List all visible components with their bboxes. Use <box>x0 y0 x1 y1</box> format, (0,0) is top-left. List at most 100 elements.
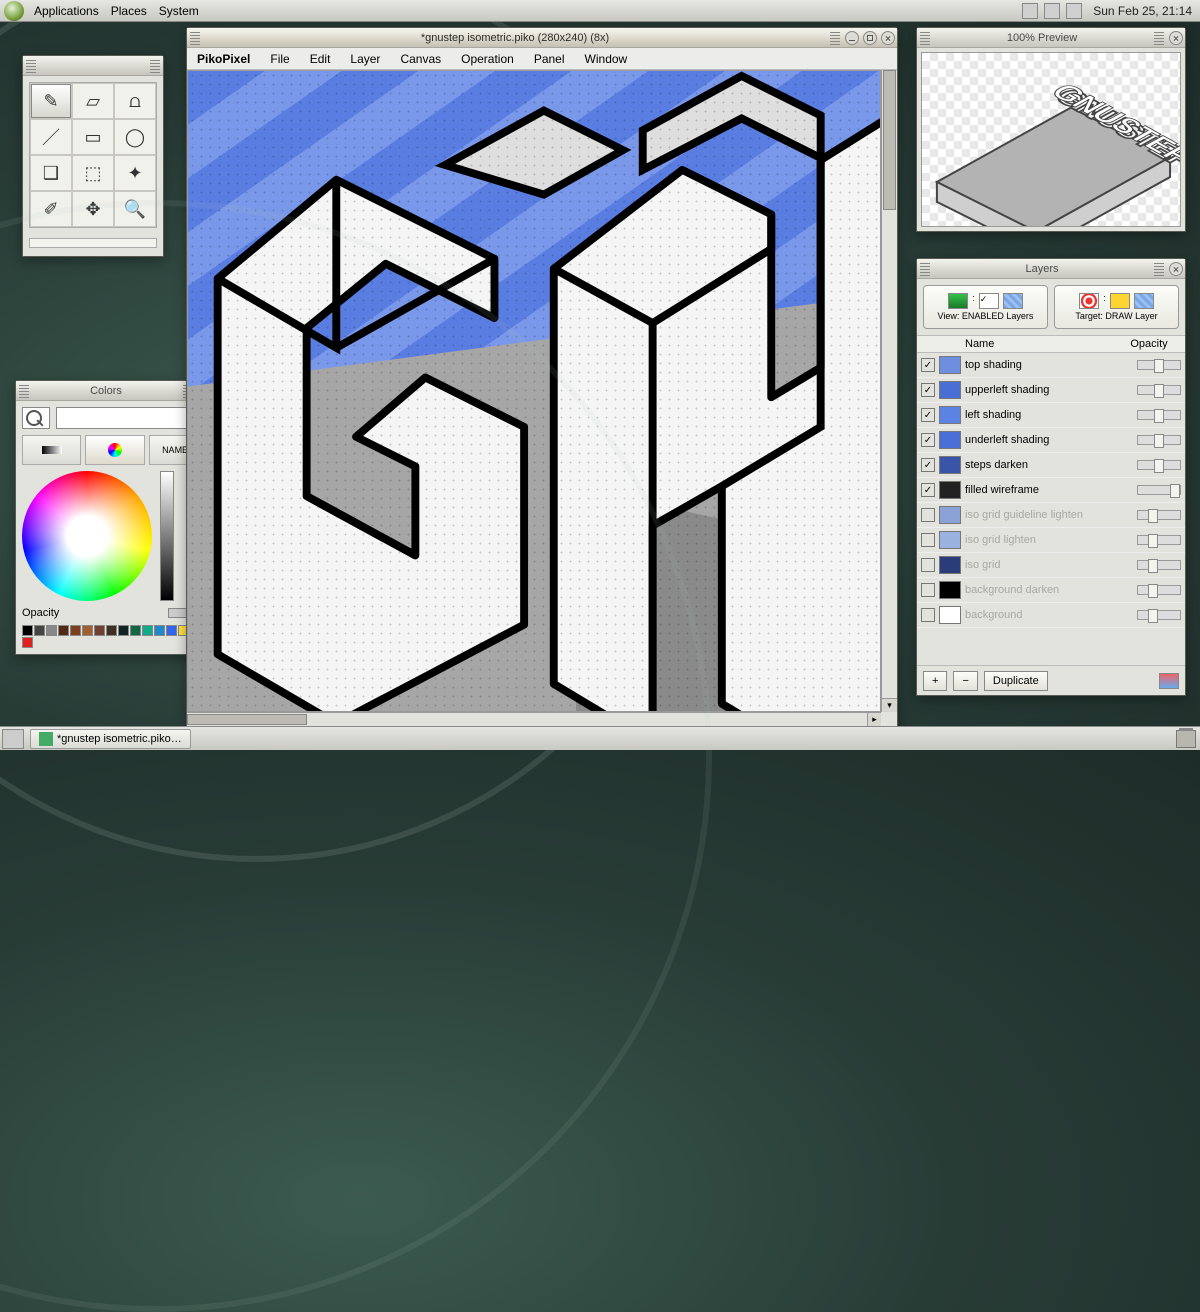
colors-close-button[interactable] <box>198 384 212 398</box>
layer-row[interactable]: iso grid <box>917 553 1185 578</box>
swatch[interactable] <box>142 625 153 636</box>
menu-window[interactable]: Window <box>575 52 638 66</box>
opacity-slider[interactable] <box>168 608 208 618</box>
hscroll-thumb[interactable] <box>187 714 307 725</box>
show-desktop-button[interactable] <box>2 729 24 749</box>
tool-lasso[interactable]: ❑ <box>30 155 72 191</box>
tool-options-bar[interactable] <box>29 238 157 248</box>
swatch[interactable] <box>34 625 45 636</box>
swatch[interactable] <box>58 625 69 636</box>
menu-system[interactable]: System <box>153 4 205 18</box>
view-mode-pill[interactable]: :✓ View: ENABLED Layers <box>923 285 1048 329</box>
swatch[interactable] <box>106 625 117 636</box>
layer-row[interactable]: ✓steps darken <box>917 453 1185 478</box>
swatch[interactable] <box>70 625 81 636</box>
swatch[interactable] <box>46 625 57 636</box>
swatch[interactable] <box>22 625 33 636</box>
layer-opacity-slider[interactable] <box>1137 385 1181 395</box>
tool-picker[interactable]: ✐ <box>30 191 72 227</box>
mode-named-button[interactable]: NAMED <box>149 435 208 465</box>
layer-opacity-slider[interactable] <box>1137 435 1181 445</box>
layers-close-button[interactable] <box>1169 262 1183 276</box>
swatch[interactable] <box>166 625 177 636</box>
menu-applications[interactable]: Applications <box>28 4 105 18</box>
menu-file[interactable]: File <box>260 52 299 66</box>
panel-clock[interactable]: Sun Feb 25, 21:14 <box>1085 4 1200 18</box>
layer-visible-toggle[interactable]: ✓ <box>921 458 935 472</box>
layer-row[interactable]: ✓upperleft shading <box>917 378 1185 403</box>
tool-pencil[interactable]: ✎ <box>30 83 72 119</box>
swatch[interactable] <box>154 625 165 636</box>
layer-opacity-slider[interactable] <box>1137 410 1181 420</box>
layer-visible-toggle[interactable] <box>921 533 935 547</box>
layer-row[interactable]: iso grid lighten <box>917 528 1185 553</box>
swatch[interactable] <box>22 637 33 648</box>
swatch[interactable] <box>130 625 141 636</box>
toolbox-titlebar[interactable] <box>23 56 163 76</box>
swatch[interactable] <box>190 625 201 636</box>
canvas-hscrollbar[interactable]: ▸ <box>187 712 881 726</box>
hscroll-right-arrow-icon[interactable]: ▸ <box>867 713 881 726</box>
layer-row[interactable]: ✓underleft shading <box>917 428 1185 453</box>
layer-opacity-slider[interactable] <box>1137 585 1181 595</box>
layer-visible-toggle[interactable] <box>921 608 935 622</box>
calendar-icon[interactable] <box>1066 3 1082 19</box>
layer-visible-toggle[interactable]: ✓ <box>921 483 935 497</box>
tool-ellipse[interactable]: ◯ <box>114 119 156 155</box>
trash-icon[interactable] <box>1176 730 1196 748</box>
layer-row[interactable]: background <box>917 603 1185 628</box>
tool-fill[interactable]: ⩍ <box>114 83 156 119</box>
menu-operation[interactable]: Operation <box>451 52 524 66</box>
layer-visible-toggle[interactable] <box>921 583 935 597</box>
tool-eraser[interactable]: ▱ <box>72 83 114 119</box>
layer-visible-toggle[interactable]: ✓ <box>921 358 935 372</box>
target-mode-pill[interactable]: : Target: DRAW Layer <box>1054 285 1179 329</box>
tool-zoom[interactable]: 🔍 <box>114 191 156 227</box>
layer-visible-toggle[interactable]: ✓ <box>921 383 935 397</box>
volume-icon[interactable] <box>1022 3 1038 19</box>
tool-line[interactable]: ／ <box>30 119 72 155</box>
layer-opacity-slider[interactable] <box>1137 560 1181 570</box>
canvas-close-button[interactable] <box>881 31 895 45</box>
canvas-minimize-button[interactable] <box>845 31 859 45</box>
preview-close-button[interactable] <box>1169 31 1183 45</box>
network-icon[interactable] <box>1044 3 1060 19</box>
layer-opacity-slider[interactable] <box>1137 485 1181 495</box>
layer-row[interactable]: ✓filled wireframe <box>917 478 1185 503</box>
menu-layer[interactable]: Layer <box>340 52 390 66</box>
layer-visible-toggle[interactable]: ✓ <box>921 433 935 447</box>
colors-titlebar[interactable]: Colors <box>16 381 214 401</box>
layer-visible-toggle[interactable] <box>921 508 935 522</box>
layer-opacity-slider[interactable] <box>1137 360 1181 370</box>
value-slider[interactable] <box>160 471 174 601</box>
preview-titlebar[interactable]: 100% Preview <box>917 28 1185 48</box>
layer-opacity-slider[interactable] <box>1137 610 1181 620</box>
layers-titlebar[interactable]: Layers <box>917 259 1185 279</box>
add-layer-button[interactable]: + <box>923 671 947 691</box>
mode-gray-button[interactable] <box>22 435 81 465</box>
tool-rect[interactable]: ▭ <box>72 119 114 155</box>
canvas-titlebar[interactable]: *gnustep isometric.piko (280x240) (8x) <box>187 28 897 48</box>
color-hex-input[interactable] <box>56 407 208 429</box>
magnifier-icon[interactable] <box>22 407 50 429</box>
layer-row[interactable]: ✓left shading <box>917 403 1185 428</box>
vscroll-down-arrow-icon[interactable]: ▾ <box>882 698 897 712</box>
layer-row[interactable]: background darken <box>917 578 1185 603</box>
menu-edit[interactable]: Edit <box>300 52 341 66</box>
menu-canvas[interactable]: Canvas <box>390 52 451 66</box>
layer-row[interactable]: iso grid guideline lighten <box>917 503 1185 528</box>
swatch[interactable] <box>118 625 129 636</box>
layer-visible-toggle[interactable]: ✓ <box>921 408 935 422</box>
mode-wheel-button[interactable] <box>85 435 144 465</box>
pixel-canvas[interactable] <box>187 70 881 712</box>
swatch[interactable] <box>94 625 105 636</box>
color-wheel[interactable] <box>22 471 152 601</box>
swatch[interactable] <box>178 625 189 636</box>
remove-layer-button[interactable]: − <box>953 671 977 691</box>
layer-stack-icon[interactable] <box>1159 673 1179 689</box>
layer-visible-toggle[interactable] <box>921 558 935 572</box>
layers-list[interactable]: ✓top shading✓upperleft shading✓left shad… <box>917 353 1185 665</box>
tool-select[interactable]: ⬚ <box>72 155 114 191</box>
menu-places[interactable]: Places <box>105 4 153 18</box>
layer-row[interactable]: ✓top shading <box>917 353 1185 378</box>
